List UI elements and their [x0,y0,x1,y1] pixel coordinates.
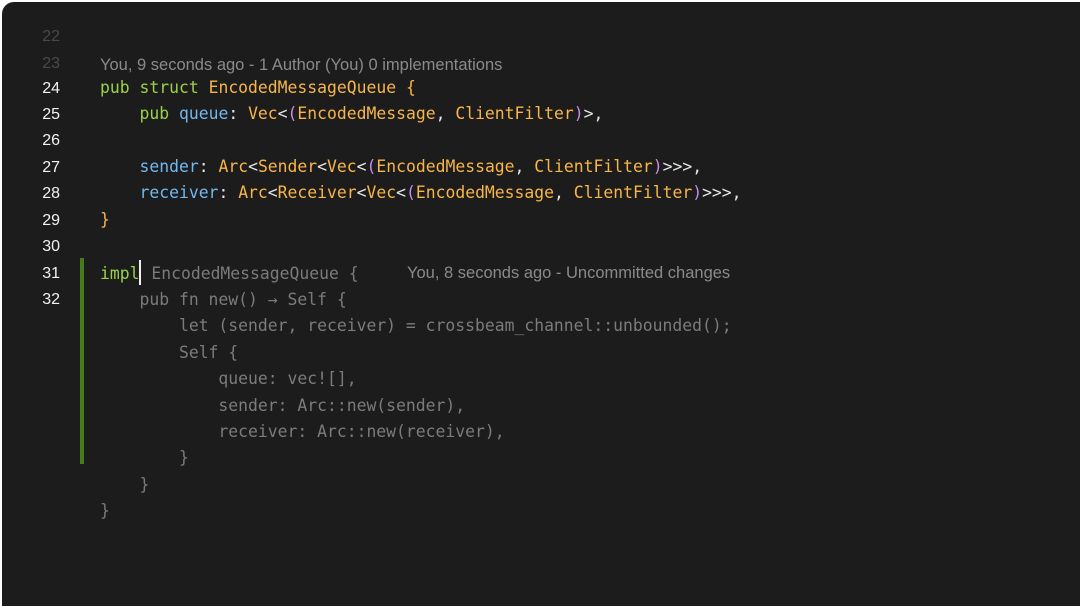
field-name: sender [139,157,199,176]
ghost-text: let (sender, receiver) = crossbeam_chann… [178,316,732,335]
keyword: struct [139,78,199,97]
type-name: ClientFilter [573,183,693,202]
type-name: Arc [218,157,249,176]
punctuation: , [435,104,446,123]
line-number: 25 [42,106,60,123]
punctuation: >>>, [662,157,703,176]
line-number: 26 [42,132,60,149]
punctuation: < [356,157,367,176]
punctuation: < [356,183,367,202]
inline-suggestion-line[interactable]: sender: Arc::new(sender), [100,393,465,419]
ghost-text: sender: Arc::new(sender), [218,396,466,415]
line-number: 28 [42,185,60,202]
inline-suggestion[interactable]: EncodedMessageQueue { [151,264,358,283]
code-line-24[interactable]: pub struct EncodedMessageQueue { [100,75,416,101]
line-number: 31 [42,265,60,282]
keyword: pub [139,104,170,123]
line-number: 27 [42,159,60,176]
ghost-text: queue: vec![], [218,369,357,388]
punctuation: , [554,183,564,202]
field-name: receiver [139,183,219,202]
inline-suggestion-line[interactable]: queue: vec![], [100,366,357,392]
type-name: Receiver [277,183,357,202]
punctuation: >>>, [702,183,742,202]
line-number: 29 [42,212,60,229]
line-number: 22 [42,28,60,45]
field-name: queue [178,104,229,123]
punctuation: : [228,104,239,123]
keyword: pub [100,78,130,97]
line-number: 23 [42,55,60,72]
type-name: EncodedMessage [376,157,515,176]
type-name: Vec [327,157,357,176]
punctuation: ) [652,157,663,176]
punctuation: < [248,157,258,176]
punctuation: ( [287,104,298,123]
inline-suggestion-line[interactable]: let (sender, receiver) = crossbeam_chann… [100,313,732,339]
punctuation: ( [366,157,377,176]
ghost-text: } [100,501,110,520]
type-name: Sender [257,157,318,176]
punctuation: ) [573,104,584,123]
ghost-text: } [139,475,150,494]
type-name: ClientFilter [534,157,653,176]
inline-suggestion-line[interactable]: pub fn new() → Self { [100,287,347,313]
inline-suggestion-line[interactable]: receiver: Arc::new(receiver), [100,419,505,445]
punctuation: < [267,183,278,202]
inline-suggestion-line[interactable]: } [100,498,110,524]
punctuation: < [317,157,328,176]
code-line-27[interactable]: sender: Arc<Sender<Vec<(EncodedMessage, … [100,154,702,180]
brace: } [100,210,110,229]
punctuation: ) [692,183,703,202]
code-line-25[interactable]: pub queue: Vec<(EncodedMessage, ClientFi… [100,101,603,127]
inline-suggestion-line[interactable]: Self { [100,340,238,366]
text-cursor [139,260,142,285]
line-number: 32 [42,291,60,308]
punctuation: < [277,104,288,123]
code-editor[interactable]: 22 23 24 25 26 27 28 29 30 31 32 You, 9 … [2,2,1080,606]
line-number: 24 [42,80,60,97]
code-line-31[interactable]: impl EncodedMessageQueue { [100,260,359,286]
uncommitted-change-marker[interactable] [80,258,84,464]
ghost-text: Self { [178,343,239,362]
type-name: Arc [238,183,268,202]
ghost-text: receiver: Arc::new(receiver), [218,422,505,441]
type-name: EncodedMessage [415,183,555,202]
keyword: impl [100,264,140,283]
type-name: Vec [366,183,397,202]
punctuation: >, [583,104,604,123]
brace: { [405,78,416,97]
punctuation: ( [405,183,416,202]
ghost-text: pub fn new() → Self { [139,290,347,309]
ghost-text: } [178,448,189,467]
code-line-28[interactable]: receiver: Arc<Receiver<Vec<(EncodedMessa… [100,180,742,206]
punctuation: , [514,157,525,176]
type-name: Vec [248,104,278,123]
code-line-29[interactable]: } [100,207,110,233]
inline-blame-annotation[interactable]: You, 8 seconds ago - Uncommitted changes [407,260,730,286]
punctuation: : [218,183,229,202]
inline-suggestion-line[interactable]: } [100,472,149,498]
punctuation: : [198,157,209,176]
punctuation: < [396,183,406,202]
line-number: 30 [42,238,60,255]
type-name: EncodedMessage [297,104,436,123]
type-name: ClientFilter [455,104,574,123]
inline-suggestion-line[interactable]: } [100,445,189,471]
type-name: EncodedMessageQueue [208,78,397,97]
